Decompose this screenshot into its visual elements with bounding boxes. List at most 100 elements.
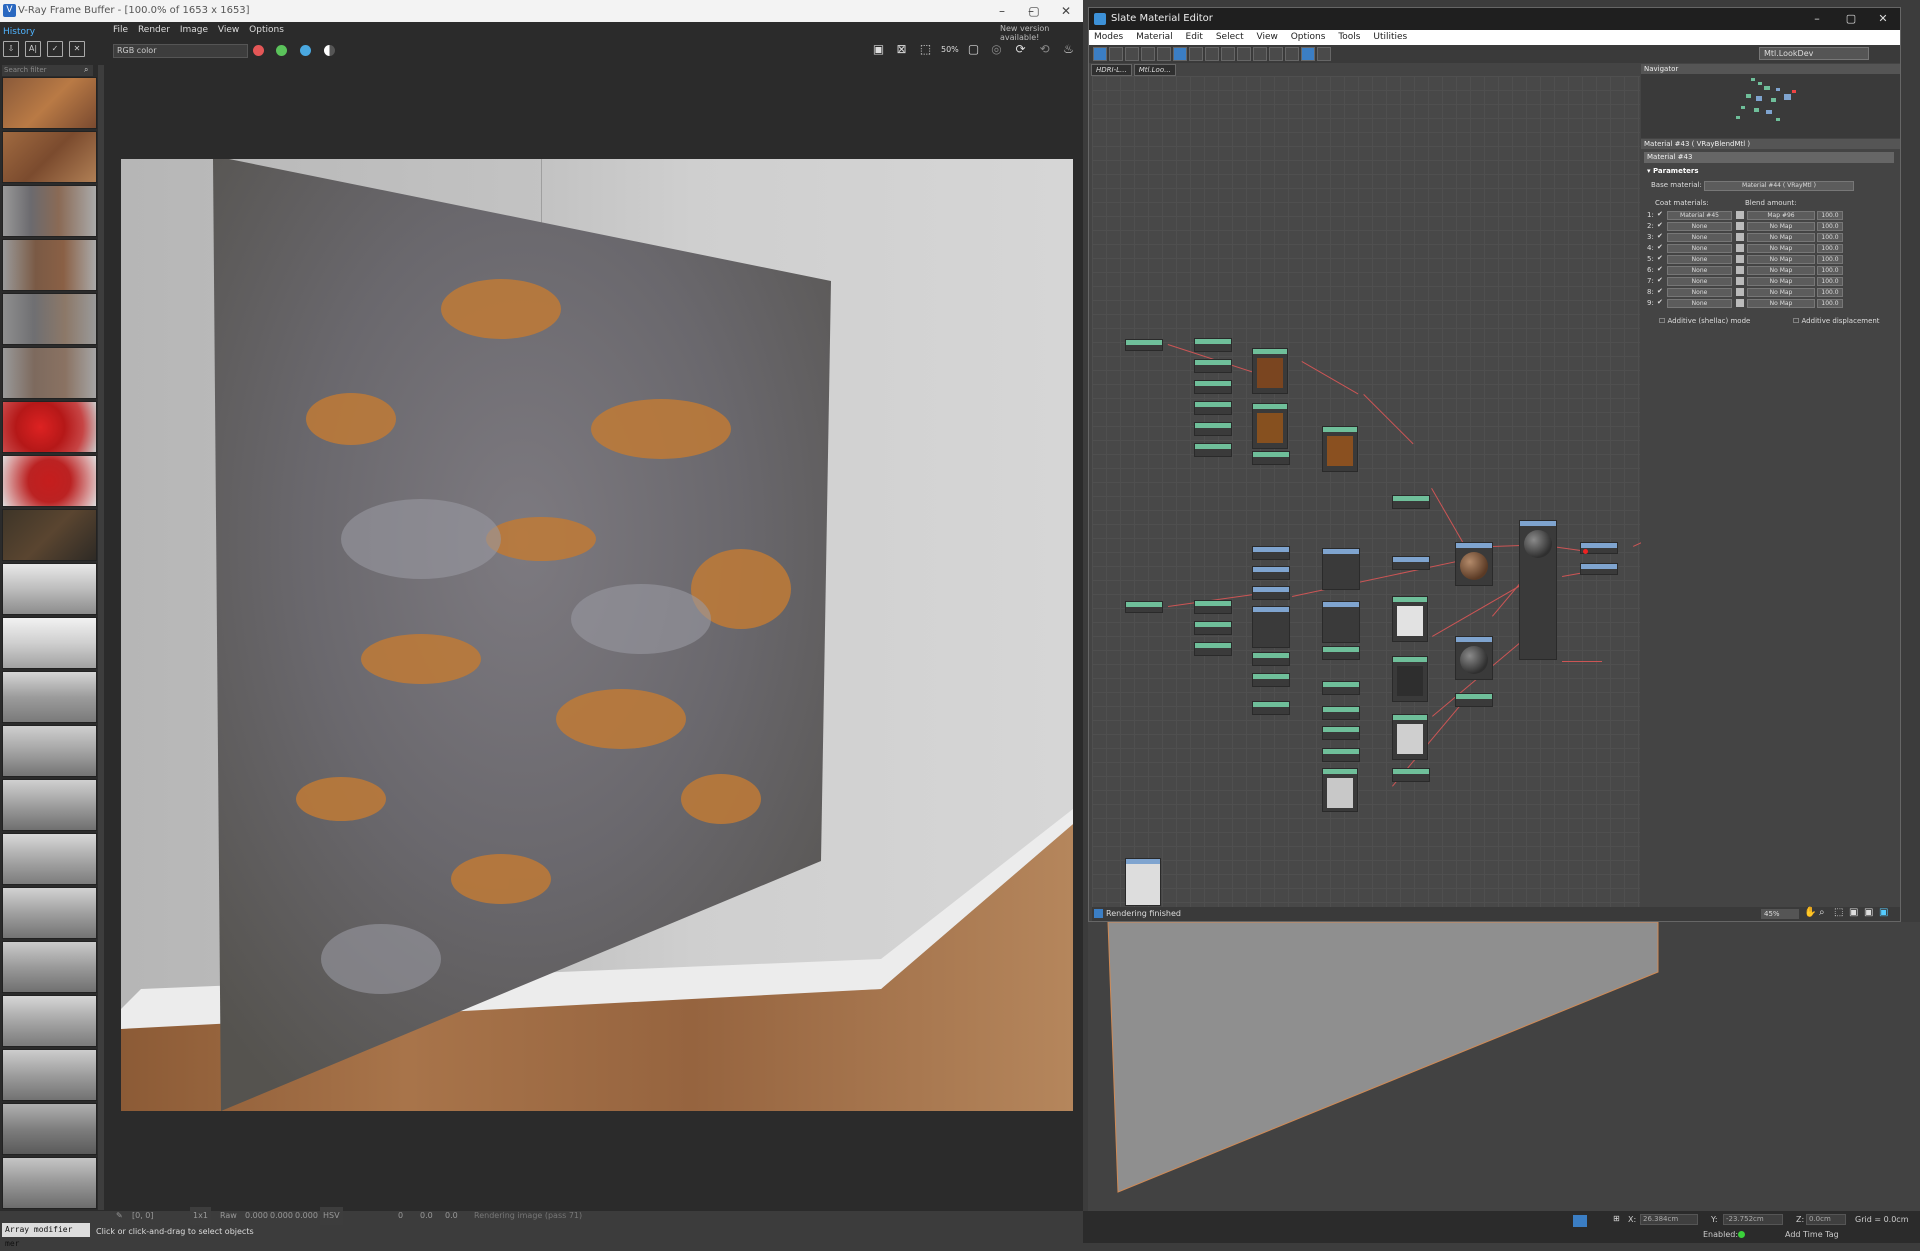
vfb-minimize-button[interactable]: – xyxy=(986,0,1018,22)
bitmap-node[interactable] xyxy=(1392,768,1430,782)
slate-close-button[interactable]: ✕ xyxy=(1866,8,1900,30)
pan-hand-icon[interactable]: ✋ xyxy=(1804,907,1816,918)
blend-color-swatch[interactable] xyxy=(1736,277,1744,285)
pick-material-icon[interactable] xyxy=(1109,47,1123,61)
blend-amount-spinner[interactable]: 100.0 xyxy=(1817,266,1843,275)
coat-material-button[interactable]: Material #45 xyxy=(1667,211,1732,220)
bitmap-node[interactable] xyxy=(1252,546,1290,560)
map-node[interactable] xyxy=(1125,339,1163,351)
bitmap-node[interactable] xyxy=(1455,693,1493,707)
history-thumbnail[interactable] xyxy=(2,995,97,1047)
zoom-extents-icon[interactable]: ▣ xyxy=(1849,907,1858,918)
bitmap-node[interactable] xyxy=(1322,748,1360,762)
history-save-icon[interactable]: ⇩ xyxy=(3,41,19,57)
additive-displacement-checkbox[interactable]: ☐ Additive displacement xyxy=(1793,317,1880,325)
blend-map-button[interactable]: No Map xyxy=(1747,222,1815,231)
blend-amount-spinner[interactable]: 100.0 xyxy=(1817,211,1843,220)
bitmap-node[interactable] xyxy=(1194,621,1232,635)
coat-checkbox[interactable]: ✔ xyxy=(1657,287,1663,295)
blend-map-button[interactable]: No Map xyxy=(1747,277,1815,286)
blend-color-swatch[interactable] xyxy=(1736,266,1744,274)
render-interactive-icon[interactable]: ⟳ xyxy=(1012,41,1029,58)
blend-color-swatch[interactable] xyxy=(1736,222,1744,230)
blend-map-button[interactable]: No Map xyxy=(1747,299,1815,308)
track-mouse-icon[interactable]: ◎ xyxy=(988,41,1005,58)
show-background-icon[interactable] xyxy=(1221,47,1235,61)
history-compare-icon[interactable]: A| xyxy=(25,41,41,57)
blend-amount-spinner[interactable]: 100.0 xyxy=(1817,299,1843,308)
menu-options[interactable]: Options xyxy=(249,25,284,35)
region-render-icon[interactable]: ⬚ xyxy=(917,41,934,58)
base-material-button[interactable]: Material #44 ( VRayMtl ) xyxy=(1704,181,1854,191)
red-channel-toggle[interactable] xyxy=(253,45,264,56)
parameter-editor-icon[interactable] xyxy=(1301,47,1315,61)
select-tool-icon[interactable] xyxy=(1093,47,1107,61)
history-thumbnail[interactable] xyxy=(2,1157,97,1209)
mix-node[interactable] xyxy=(1322,548,1360,590)
50-percent-icon[interactable]: 50% xyxy=(941,41,959,58)
bitmap-node[interactable] xyxy=(1252,673,1290,687)
bitmap-node[interactable] xyxy=(1194,443,1232,457)
composite-node[interactable] xyxy=(1392,656,1428,702)
history-thumbnail[interactable] xyxy=(2,779,97,831)
composite-node[interactable] xyxy=(1252,403,1288,449)
slate-minimize-button[interactable]: – xyxy=(1800,8,1834,30)
show-render-region-icon[interactable]: ▢ xyxy=(965,41,982,58)
ratio-select[interactable]: 1x1 xyxy=(190,1207,211,1225)
material-map-navigator-icon[interactable] xyxy=(1285,47,1299,61)
bitmap-node[interactable] xyxy=(1194,422,1232,436)
additive-shellac-checkbox[interactable]: ☐ Additive (shellac) mode xyxy=(1659,317,1750,325)
composite-node[interactable] xyxy=(1392,714,1428,760)
new-version-notice[interactable]: New version available! xyxy=(1000,24,1083,42)
y-coord-field[interactable]: -23.752cm xyxy=(1723,1214,1783,1225)
menu-select[interactable]: Select xyxy=(1216,32,1244,42)
blend-color-swatch[interactable] xyxy=(1736,288,1744,296)
material-node[interactable] xyxy=(1455,542,1493,586)
bitmap-node[interactable] xyxy=(1322,706,1360,720)
history-thumbnail[interactable] xyxy=(2,887,97,939)
bitmap-node[interactable] xyxy=(1392,495,1430,509)
history-thumbnail[interactable] xyxy=(2,563,97,615)
bitmap-node[interactable] xyxy=(1252,586,1290,600)
zoom-selected-icon[interactable]: ▣ xyxy=(1864,907,1873,918)
hide-unused-icon[interactable] xyxy=(1189,47,1203,61)
menu-view[interactable]: View xyxy=(218,25,239,35)
coat-material-button[interactable]: None xyxy=(1667,277,1732,286)
history-thumbnail[interactable] xyxy=(2,941,97,993)
coat-checkbox[interactable]: ✔ xyxy=(1657,221,1663,229)
composite-node[interactable] xyxy=(1252,348,1288,394)
active-view-select[interactable]: Mtl.LookDev xyxy=(1759,47,1869,60)
output-node[interactable] xyxy=(1580,542,1618,554)
menu-modes[interactable]: Modes xyxy=(1094,32,1123,42)
zoom-icon[interactable]: ⌕ xyxy=(1819,907,1825,918)
map-node[interactable] xyxy=(1125,601,1163,613)
coat-material-button[interactable]: None xyxy=(1667,222,1732,231)
bitmap-node[interactable] xyxy=(1322,726,1360,740)
history-remove-icon[interactable]: ✕ xyxy=(69,41,85,57)
history-thumbnail[interactable] xyxy=(2,347,97,399)
bitmap-node[interactable] xyxy=(1252,451,1290,465)
blue-channel-toggle[interactable] xyxy=(300,45,311,56)
coat-checkbox[interactable]: ✔ xyxy=(1657,298,1663,306)
zoom-select[interactable]: 45% xyxy=(1761,909,1799,919)
parameters-rollout[interactable]: ▾ Parameters xyxy=(1644,166,1894,177)
delete-icon[interactable] xyxy=(1157,47,1171,61)
blend-amount-spinner[interactable]: 100.0 xyxy=(1817,277,1843,286)
bitmap-node[interactable] xyxy=(1252,566,1290,580)
green-channel-toggle[interactable] xyxy=(276,45,287,56)
layout-all-icon[interactable] xyxy=(1253,47,1267,61)
noise-node[interactable] xyxy=(1322,768,1358,812)
slate-maximize-button[interactable]: ▢ xyxy=(1834,8,1868,30)
clear-image-icon[interactable]: ⊠ xyxy=(893,41,910,58)
composite-node[interactable] xyxy=(1322,426,1358,472)
coat-material-button[interactable]: None xyxy=(1667,233,1732,242)
blend-color-swatch[interactable] xyxy=(1736,233,1744,241)
coat-checkbox[interactable]: ✔ xyxy=(1657,254,1663,262)
menu-view[interactable]: View xyxy=(1256,32,1277,42)
vfb-maximize-button[interactable]: ▢ xyxy=(1018,0,1050,22)
menu-material[interactable]: Material xyxy=(1136,32,1173,42)
move-children-icon[interactable] xyxy=(1173,47,1187,61)
history-thumbnail[interactable] xyxy=(2,239,97,291)
render-teapot-icon[interactable]: ♨ xyxy=(1060,41,1077,58)
enabled-indicator-icon[interactable] xyxy=(1738,1231,1745,1238)
